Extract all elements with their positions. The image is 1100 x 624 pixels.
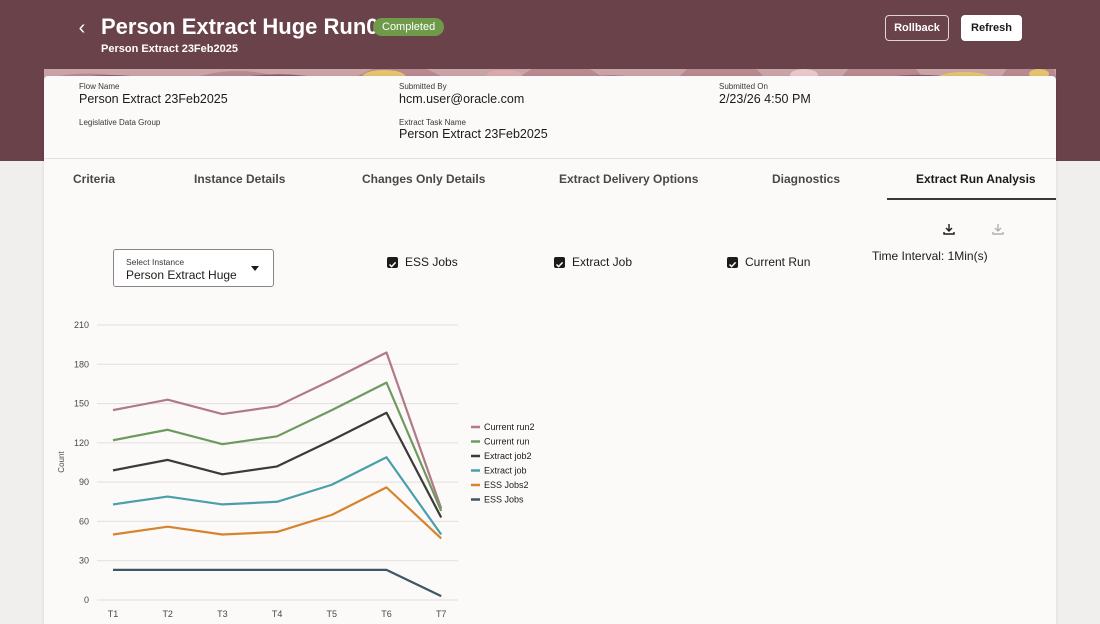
tab-changes-only-details[interactable]: Changes Only Details <box>362 159 485 201</box>
details-card: Flow Name Person Extract 23Feb2025 Submi… <box>44 76 1056 624</box>
checkbox-checked-icon <box>554 257 565 268</box>
tab-extract-delivery-options[interactable]: Extract Delivery Options <box>559 159 698 201</box>
page-title: Person Extract Huge Run02 <box>101 14 391 39</box>
checkbox-checked-icon <box>727 257 738 268</box>
current-run-label: Current Run <box>745 255 811 269</box>
extract-job-label: Extract Job <box>572 255 633 269</box>
select-instance-label: Select Instance <box>126 257 185 267</box>
flow-name-label: Flow Name <box>79 82 120 91</box>
chevron-left-icon: ‹ <box>78 17 86 39</box>
tab-instance-details[interactable]: Instance Details <box>194 159 285 201</box>
extract-task-value: Person Extract 23Feb2025 <box>399 127 548 141</box>
submitted-by-value: hcm.user@oracle.com <box>399 92 525 106</box>
rollback-button[interactable]: Rollback <box>885 15 949 41</box>
tab-criteria[interactable]: Criteria <box>73 159 115 201</box>
caret-down-icon <box>251 266 259 271</box>
tab-extract-run-analysis[interactable]: Extract Run Analysis <box>916 159 1036 201</box>
active-tab-indicator <box>887 198 1056 200</box>
submitted-by-label: Submitted By <box>399 82 447 91</box>
flow-name-value: Person Extract 23Feb2025 <box>79 92 228 106</box>
page-subtitle: Person Extract 23Feb2025 <box>101 43 238 55</box>
back-button[interactable]: ‹ <box>72 18 92 38</box>
ess-jobs-label: ESS Jobs <box>405 255 458 269</box>
status-badge: Completed <box>373 18 445 36</box>
select-instance-dropdown[interactable]: Select Instance Person Extract Huge <box>113 249 274 287</box>
download-icon[interactable] <box>942 222 956 236</box>
tab-bar: Criteria Instance Details Changes Only D… <box>44 158 1056 200</box>
refresh-button[interactable]: Refresh <box>961 15 1022 41</box>
extract-task-label: Extract Task Name <box>399 118 466 127</box>
select-instance-value: Person Extract Huge <box>126 268 237 282</box>
download-disabled-icon <box>992 224 1004 235</box>
checkbox-checked-icon <box>387 257 398 268</box>
time-interval-text: Time Interval: 1Min(s) <box>872 249 988 263</box>
legislative-data-group-label: Legislative Data Group <box>79 118 161 127</box>
tab-diagnostics[interactable]: Diagnostics <box>772 159 840 201</box>
submitted-on-value: 2/23/26 4:50 PM <box>719 92 811 106</box>
submitted-on-label: Submitted On <box>719 82 768 91</box>
